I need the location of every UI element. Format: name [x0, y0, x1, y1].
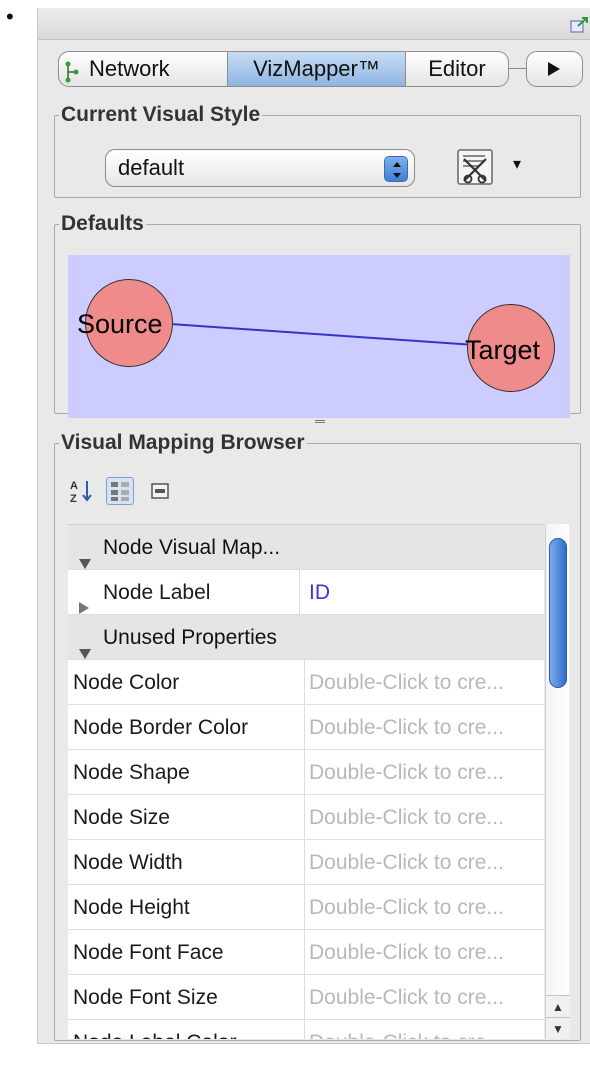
- table-row[interactable]: Node Shape Double-Click to cre...: [68, 750, 544, 795]
- mapping-browser-toolbar: A Z: [68, 471, 268, 511]
- property-name: Node Label: [68, 570, 300, 615]
- collapse-view-icon[interactable]: [146, 477, 174, 505]
- property-value[interactable]: Double-Click to cre...: [309, 795, 541, 840]
- select-stepper-icon: [384, 156, 408, 182]
- visual-mapping-browser-title: Visual Mapping Browser: [59, 431, 307, 455]
- property-name: Node Font Face: [73, 930, 305, 975]
- property-name: Node Font Size: [73, 975, 305, 1020]
- table-row[interactable]: Node Width Double-Click to cre...: [68, 840, 544, 885]
- table-row[interactable]: Node Font Face Double-Click to cre...: [68, 930, 544, 975]
- property-value[interactable]: ID: [309, 570, 541, 615]
- tab-editor[interactable]: Editor: [406, 51, 509, 87]
- category-label: Unused Properties: [103, 626, 277, 649]
- tab-connector: [509, 68, 526, 69]
- vertical-scrollbar[interactable]: ▲ ▼: [545, 524, 570, 1039]
- style-options-dropdown-icon[interactable]: ▾: [513, 154, 521, 174]
- splitter-grip[interactable]: [315, 420, 325, 423]
- property-value[interactable]: Double-Click to cre...: [309, 840, 541, 885]
- category-label: Node Visual Map...: [103, 536, 281, 559]
- target-node-label: Target: [465, 335, 541, 365]
- table-row[interactable]: Node Label Color Double-Click to cre...: [68, 1020, 544, 1039]
- categorized-view-icon[interactable]: [106, 477, 134, 505]
- list-bullet: •: [6, 4, 14, 29]
- panel-titlebar: [38, 8, 590, 40]
- property-name: Node Label Color: [73, 1020, 305, 1039]
- svg-text:Z: Z: [70, 493, 77, 505]
- defaults-group: Defaults Source Target: [54, 212, 581, 418]
- table-row[interactable]: Node Border Color Double-Click to cre...: [68, 705, 544, 750]
- table-row[interactable]: Node Size Double-Click to cre...: [68, 795, 544, 840]
- scroll-down-icon[interactable]: ▼: [546, 1017, 570, 1039]
- visual-mapping-table: Node Visual Map... Node Label ID Unused …: [68, 524, 544, 1039]
- table-row[interactable]: Node Color Double-Click to cre...: [68, 660, 544, 705]
- category-node-visual-mapping[interactable]: Node Visual Map...: [68, 525, 544, 570]
- defaults-title: Defaults: [59, 212, 146, 236]
- visual-mapping-browser-group: Visual Mapping Browser A Z Node Visual M…: [54, 431, 581, 1041]
- property-value[interactable]: Double-Click to cre...: [309, 885, 541, 930]
- property-value[interactable]: Double-Click to cre...: [309, 750, 541, 795]
- property-value[interactable]: Double-Click to cre...: [309, 660, 541, 705]
- style-options-icon[interactable]: [455, 147, 495, 187]
- sort-alphabetical-icon[interactable]: A Z: [68, 477, 96, 505]
- panel-tabs: Network VizMapper™ Editor: [58, 51, 583, 87]
- category-unused-properties[interactable]: Unused Properties: [68, 615, 544, 660]
- more-tabs-button[interactable]: [526, 51, 583, 87]
- visual-style-selected: default: [118, 155, 185, 180]
- network-tree-icon: [64, 59, 80, 83]
- property-name: Node Shape: [73, 750, 305, 795]
- property-value[interactable]: Double-Click to cre...: [309, 930, 541, 975]
- table-row[interactable]: Node Font Size Double-Click to cre...: [68, 975, 544, 1020]
- tab-vizmapper[interactable]: VizMapper™: [228, 51, 406, 87]
- tab-network[interactable]: Network: [58, 51, 228, 87]
- property-value[interactable]: Double-Click to cre...: [309, 975, 541, 1020]
- visual-style-select[interactable]: default: [105, 149, 415, 187]
- vizmapper-panel: Network VizMapper™ Editor Current Visual…: [37, 8, 590, 1044]
- default-view-canvas[interactable]: Source Target: [68, 255, 570, 418]
- property-name: Node Border Color: [73, 705, 305, 750]
- source-node-label: Source: [77, 309, 163, 339]
- tab-network-label: Network: [89, 56, 170, 81]
- property-value[interactable]: Double-Click to cre...: [309, 1020, 541, 1039]
- property-name: Node Width: [73, 840, 305, 885]
- svg-text:A: A: [70, 480, 78, 492]
- current-visual-style-title: Current Visual Style: [59, 103, 263, 127]
- table-row[interactable]: Node Height Double-Click to cre...: [68, 885, 544, 930]
- property-name: Node Height: [73, 885, 305, 930]
- play-arrow-icon: [548, 62, 560, 76]
- property-value[interactable]: Double-Click to cre...: [309, 705, 541, 750]
- property-name: Node Size: [73, 795, 305, 840]
- scrollbar-thumb[interactable]: [549, 538, 567, 688]
- scroll-up-icon[interactable]: ▲: [546, 995, 570, 1017]
- undock-icon[interactable]: [570, 16, 590, 34]
- table-row[interactable]: Node Label ID: [68, 570, 544, 615]
- current-visual-style-group: Current Visual Style default ▾: [54, 103, 581, 198]
- property-name: Node Color: [73, 660, 305, 705]
